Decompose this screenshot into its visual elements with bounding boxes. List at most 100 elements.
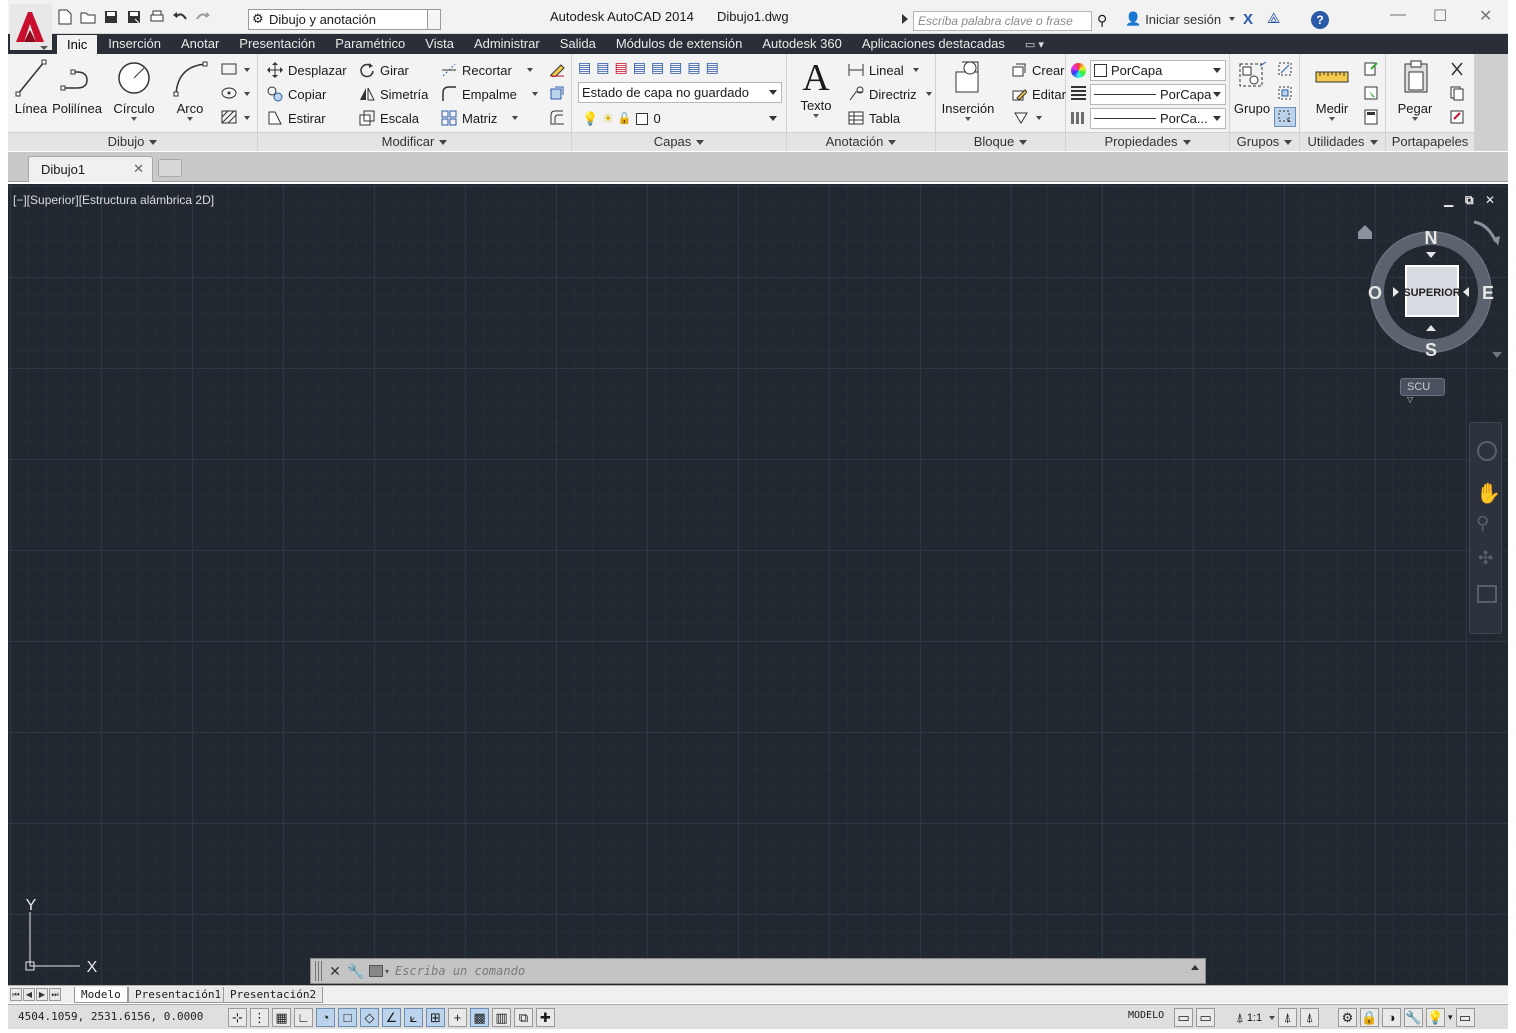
tab-salida[interactable]: Salida xyxy=(550,34,606,54)
lineweight-dropdown[interactable]: PorCa... xyxy=(1090,108,1226,129)
viewport-minimize-icon[interactable]: ▁ xyxy=(1444,193,1453,207)
panel-title-modificar[interactable]: Modificar xyxy=(258,132,571,151)
block-attributes-icon[interactable] xyxy=(1010,107,1032,127)
create-block-button[interactable]: Crear xyxy=(1010,60,1065,80)
prev-layout-icon[interactable]: ◀ xyxy=(23,988,35,1001)
layer-properties-icon[interactable]: ▤ xyxy=(578,59,591,76)
annotation-monitor-icon[interactable]: ✚ xyxy=(536,1008,555,1027)
text-button[interactable]: A Texto xyxy=(795,58,837,118)
ribbon-minimize-icon[interactable]: ▭ ▾ xyxy=(1025,38,1044,51)
table-button[interactable]: Tabla xyxy=(847,108,900,128)
panel-title-dibujo[interactable]: Dibujo xyxy=(8,132,257,151)
viewport-close-icon[interactable]: ✕ xyxy=(1485,193,1495,207)
arc-button[interactable]: Arco xyxy=(170,58,210,121)
redo-icon[interactable] xyxy=(194,8,212,26)
viewport-controls-label[interactable]: [−][Superior][Estructura alámbrica 2D] xyxy=(13,193,214,207)
layer-uniso-icon[interactable]: ▤ xyxy=(633,59,646,76)
group-edit-icon[interactable] xyxy=(1274,83,1296,103)
customize-qat-button[interactable] xyxy=(427,9,441,30)
tab-presentacion[interactable]: Presentación xyxy=(229,34,325,54)
steering-wheel-icon[interactable] xyxy=(1477,441,1497,461)
save-icon[interactable] xyxy=(102,8,120,26)
fullscreen-icon[interactable]: ▭ xyxy=(1455,1008,1475,1027)
layer-iso-icon[interactable]: ▤ xyxy=(614,59,627,76)
measure-button[interactable]: Medir xyxy=(1308,58,1356,121)
ellipse-icon[interactable] xyxy=(218,83,240,103)
ucs-menu-button[interactable]: SCU ▽ xyxy=(1400,378,1445,404)
tab-administrar[interactable]: Administrar xyxy=(464,34,550,54)
viewport-restore-icon[interactable]: ⧉ xyxy=(1465,193,1474,208)
panel-title-capas[interactable]: Capas xyxy=(572,132,786,151)
group-button[interactable]: Grupo xyxy=(1232,58,1272,116)
first-layout-icon[interactable]: ⏮ xyxy=(10,988,22,1001)
autodesk-360-icon[interactable]: ⟁ xyxy=(1267,10,1280,27)
panel-title-propiedades[interactable]: Propiedades xyxy=(1066,132,1229,151)
command-history-icon[interactable] xyxy=(1191,965,1199,970)
new-tab-button[interactable] xyxy=(158,159,182,177)
tab-presentacion2[interactable]: Presentación2 xyxy=(223,987,324,1003)
next-layout-icon[interactable]: ▶ xyxy=(36,988,48,1001)
command-prompt-icon[interactable] xyxy=(369,965,383,977)
clean-screen-icon[interactable]: 💡 xyxy=(1426,1008,1445,1027)
linetype-dropdown[interactable]: PorCapa xyxy=(1090,84,1226,105)
drawing-area[interactable]: [−][Superior][Estructura alámbrica 2D] ▁… xyxy=(8,184,1508,985)
orbit-icon[interactable]: ✣ xyxy=(1478,548,1493,569)
grid-icon[interactable]: ▦ xyxy=(272,1008,291,1027)
hatch-icon[interactable] xyxy=(218,107,240,127)
trim-button[interactable]: Recortar xyxy=(440,60,533,80)
layer-state-icon[interactable]: ▤ xyxy=(596,59,609,76)
annotation-visibility-icon[interactable]: ⍋ xyxy=(1278,1008,1298,1027)
tab-aplicaciones[interactable]: Aplicaciones destacadas xyxy=(852,34,1015,54)
lock-ui-icon[interactable]: 🔒 xyxy=(1360,1008,1379,1027)
tab-vista[interactable]: Vista xyxy=(415,34,464,54)
panel-title-anotacion[interactable]: Anotación xyxy=(787,132,935,151)
customize-wrench-icon[interactable]: 🔧 xyxy=(347,963,364,980)
showmotion-icon[interactable] xyxy=(1477,585,1497,603)
object-snap-tracking-icon[interactable]: ∠ xyxy=(382,1008,401,1027)
lineweight-toggle-icon[interactable]: + xyxy=(448,1008,467,1027)
select-all-icon[interactable] xyxy=(1360,83,1382,103)
calculator-icon[interactable] xyxy=(1360,107,1382,127)
auto-scale-icon[interactable]: ⍋ xyxy=(1300,1008,1320,1027)
tab-inicio[interactable]: Inic xyxy=(56,34,99,54)
binoculars-icon[interactable]: ⚲ xyxy=(1097,12,1107,29)
line-button[interactable]: Línea xyxy=(14,58,48,116)
workspace-switch-icon[interactable]: ⚙ xyxy=(1338,1008,1357,1027)
status-menu-icon[interactable]: ▾ xyxy=(1448,1012,1453,1023)
layer-off-icon[interactable]: ▤ xyxy=(651,59,664,76)
linear-dim-button[interactable]: Lineal xyxy=(847,60,919,80)
command-line-grip[interactable] xyxy=(315,961,323,981)
open-file-icon[interactable] xyxy=(79,8,97,26)
infer-constraints-icon[interactable]: ⊹ xyxy=(228,1008,247,1027)
fillet-button[interactable]: Empalme xyxy=(440,84,538,104)
pan-icon[interactable]: ✋ xyxy=(1476,481,1501,506)
transparency-icon[interactable]: ▩ xyxy=(470,1008,489,1027)
circle-button[interactable]: Círculo xyxy=(112,58,156,121)
mirror-button[interactable]: Simetría xyxy=(358,84,428,104)
help-icon[interactable]: ? xyxy=(1311,11,1329,29)
layer-lock-icon[interactable]: ▤ xyxy=(687,59,700,76)
close-button[interactable]: ✕ xyxy=(1479,6,1492,26)
selection-cycling-icon[interactable]: ⧉ xyxy=(514,1008,533,1027)
tab-parametrico[interactable]: Paramétrico xyxy=(325,34,415,54)
panel-title-grupos[interactable]: Grupos xyxy=(1230,132,1299,151)
new-file-icon[interactable] xyxy=(56,8,74,26)
polyline-button[interactable]: Polilínea xyxy=(52,58,102,116)
erase-icon[interactable] xyxy=(546,59,568,79)
layer-dropdown[interactable]: 💡 ☀ 🔓 0 xyxy=(578,108,782,129)
workspace-dropdown[interactable]: ⚙ Dibujo y anotación xyxy=(248,9,440,30)
linetype-icon[interactable] xyxy=(1071,112,1086,124)
paste-button[interactable]: Pegar xyxy=(1392,58,1438,121)
exchange-icon[interactable]: X xyxy=(1243,11,1253,28)
zoom-icon[interactable]: ⚲ xyxy=(1476,513,1489,534)
viewcube[interactable]: SUPERIOR N S E O xyxy=(1356,214,1506,404)
model-space-toggle[interactable]: MODELO xyxy=(1128,1010,1164,1021)
copy-button[interactable]: Copiar xyxy=(266,84,326,104)
coordinates-readout[interactable]: 4504.1059, 2531.6156, 0.0000 xyxy=(18,1010,203,1023)
stretch-button[interactable]: Estirar xyxy=(266,108,326,128)
layer-unlock-icon[interactable]: ▤ xyxy=(706,59,719,76)
plot-icon[interactable] xyxy=(148,8,166,26)
application-menu-button[interactable] xyxy=(10,4,52,50)
hardware-acceleration-icon[interactable]: ◑ xyxy=(1382,1008,1401,1027)
quick-properties-icon[interactable]: ▥ xyxy=(492,1008,511,1027)
